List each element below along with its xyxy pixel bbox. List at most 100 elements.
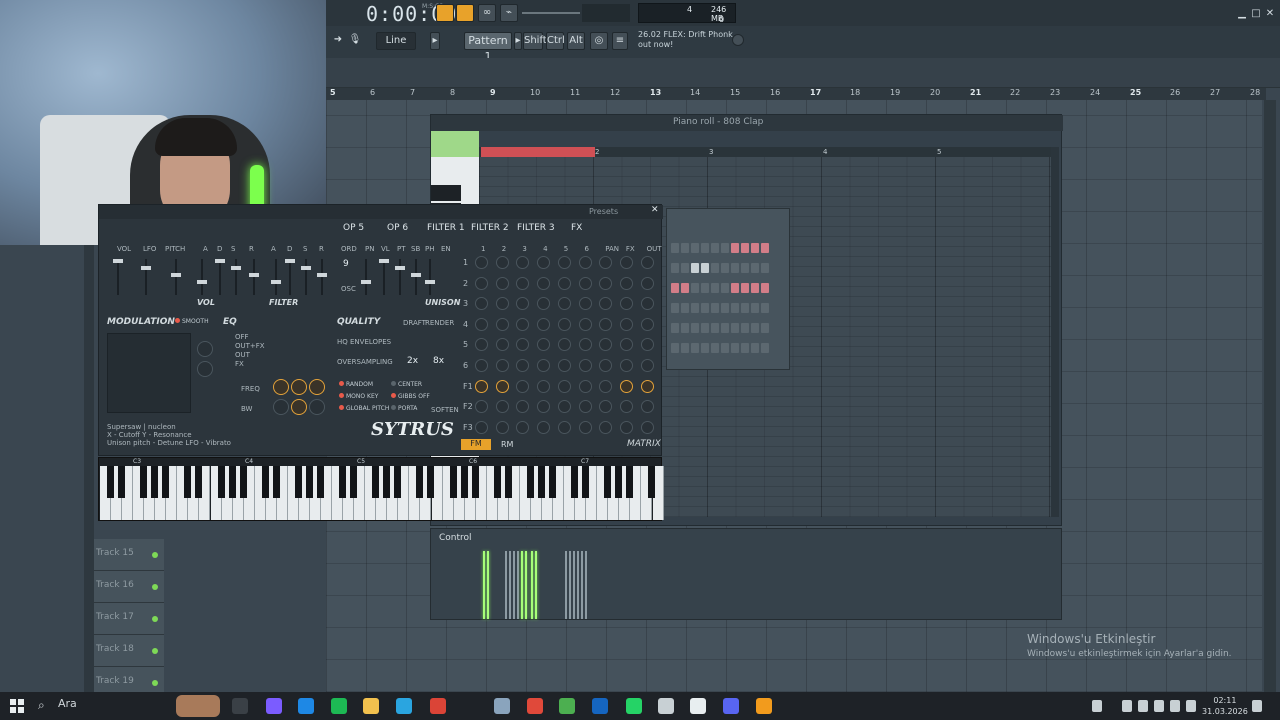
step-button[interactable] bbox=[681, 343, 689, 353]
oversampling-8x[interactable]: 8x bbox=[433, 356, 444, 366]
store-icon[interactable] bbox=[396, 698, 412, 714]
track-mute-led[interactable] bbox=[152, 680, 158, 686]
operator-fader[interactable] bbox=[249, 259, 259, 295]
operator-fader[interactable] bbox=[301, 259, 311, 295]
whatsapp-icon[interactable] bbox=[626, 698, 642, 714]
option-toggle[interactable]: GLOBAL PITCH bbox=[339, 405, 389, 412]
event-value-bar[interactable] bbox=[525, 551, 527, 619]
matrix-knob[interactable] bbox=[640, 420, 654, 434]
matrix-knob[interactable] bbox=[516, 317, 530, 331]
step-button[interactable] bbox=[691, 303, 699, 313]
fader-handle[interactable] bbox=[411, 273, 421, 277]
matrix-knob[interactable] bbox=[557, 317, 571, 331]
matrix-knob[interactable] bbox=[516, 400, 530, 414]
option-toggle[interactable]: MONO KEY bbox=[339, 393, 378, 400]
news-refresh-icon[interactable] bbox=[732, 34, 744, 46]
event-value-bar[interactable] bbox=[535, 551, 537, 619]
outlook-icon[interactable] bbox=[592, 698, 608, 714]
piano-roll-loop-region[interactable] bbox=[481, 147, 595, 157]
notification-icon[interactable] bbox=[1252, 700, 1262, 712]
track-mute-led[interactable] bbox=[152, 648, 158, 654]
matrix-knob[interactable] bbox=[516, 420, 530, 434]
step-button[interactable] bbox=[701, 303, 709, 313]
black-key[interactable] bbox=[228, 466, 236, 498]
step-button[interactable] bbox=[741, 343, 749, 353]
matrix-knob[interactable] bbox=[599, 256, 613, 269]
eq-knob[interactable] bbox=[291, 379, 307, 395]
step-button[interactable] bbox=[671, 323, 679, 333]
step-button[interactable] bbox=[751, 343, 759, 353]
matrix-knob[interactable] bbox=[640, 276, 654, 290]
step-button[interactable] bbox=[741, 243, 749, 253]
matrix-knob[interactable] bbox=[578, 256, 592, 269]
track-header[interactable]: Track 17 bbox=[94, 603, 164, 635]
matrix-knob[interactable] bbox=[537, 276, 551, 290]
step-button[interactable] bbox=[721, 263, 729, 273]
modulation-xy-pad[interactable] bbox=[107, 333, 191, 413]
widget-weather-icon[interactable] bbox=[176, 695, 220, 717]
eq-knob[interactable] bbox=[309, 399, 325, 415]
step-button[interactable] bbox=[671, 343, 679, 353]
event-value-bar[interactable] bbox=[517, 551, 519, 619]
black-key[interactable] bbox=[394, 466, 402, 498]
matrix-knob[interactable] bbox=[578, 297, 592, 311]
matrix-knob[interactable] bbox=[495, 256, 509, 269]
step-button[interactable] bbox=[761, 243, 769, 253]
eq-mode[interactable]: OFF bbox=[235, 333, 249, 341]
matrix-knob[interactable] bbox=[475, 400, 488, 414]
copilot-icon[interactable] bbox=[266, 698, 282, 714]
operator-fader[interactable] bbox=[215, 259, 225, 295]
matrix-knob[interactable] bbox=[619, 317, 633, 331]
task-view-icon[interactable] bbox=[232, 698, 248, 714]
step-button[interactable] bbox=[731, 243, 739, 253]
black-key[interactable] bbox=[261, 466, 269, 498]
browser-icon[interactable]: ≡ bbox=[612, 32, 628, 50]
black-key[interactable] bbox=[582, 466, 590, 498]
matrix-knob[interactable] bbox=[640, 338, 654, 352]
operator-fader[interactable] bbox=[171, 259, 181, 295]
pattern-prev-button[interactable]: ▸ bbox=[430, 32, 440, 50]
step-button[interactable] bbox=[741, 323, 749, 333]
fader-handle[interactable] bbox=[215, 259, 225, 263]
step-button[interactable] bbox=[671, 303, 679, 313]
black-key[interactable] bbox=[316, 466, 324, 498]
step-button[interactable] bbox=[741, 263, 749, 273]
pattern-add-button[interactable]: ▸ bbox=[514, 32, 522, 50]
smooth-toggle[interactable]: SMOOTH bbox=[175, 318, 209, 325]
track-header[interactable]: Track 16 bbox=[94, 571, 164, 603]
event-value-bar[interactable] bbox=[577, 551, 579, 619]
black-key[interactable] bbox=[383, 466, 391, 498]
chrome-icon[interactable] bbox=[430, 698, 446, 714]
track-mute-led[interactable] bbox=[152, 616, 158, 622]
black-key[interactable] bbox=[118, 466, 126, 498]
step-button[interactable] bbox=[711, 323, 719, 333]
step-button[interactable] bbox=[711, 283, 719, 293]
step-button[interactable] bbox=[731, 263, 739, 273]
playlist-ruler[interactable]: 5 6 7 8 9 10 11 12 13 14 15 16 17 18 19 20 21 22 23 24 25 26 2… bbox=[326, 88, 1266, 100]
matrix-knob[interactable] bbox=[640, 400, 654, 414]
matrix-knob[interactable] bbox=[599, 379, 613, 393]
step-button[interactable] bbox=[691, 263, 699, 273]
minecraft-icon[interactable] bbox=[559, 698, 575, 714]
step-button[interactable] bbox=[671, 283, 679, 293]
eq-mode[interactable]: OUT bbox=[235, 351, 250, 359]
black-key[interactable] bbox=[504, 466, 512, 498]
black-key[interactable] bbox=[217, 466, 225, 498]
draft-label[interactable]: DRAFT bbox=[403, 319, 426, 327]
record-mode-button[interactable] bbox=[436, 4, 454, 22]
operator-fader[interactable] bbox=[285, 259, 295, 295]
event-value-bar[interactable] bbox=[505, 551, 507, 619]
step-button[interactable] bbox=[721, 283, 729, 293]
black-key[interactable] bbox=[195, 466, 203, 498]
option-toggle[interactable]: PORTA bbox=[391, 405, 417, 412]
event-value-bar[interactable] bbox=[569, 551, 571, 619]
matrix-knob[interactable] bbox=[619, 256, 633, 269]
operator-fader[interactable] bbox=[113, 259, 123, 295]
fader-handle[interactable] bbox=[379, 259, 389, 263]
step-button[interactable] bbox=[761, 343, 769, 353]
option-toggle[interactable]: CENTER bbox=[391, 381, 422, 388]
step-button[interactable] bbox=[681, 243, 689, 253]
black-key[interactable] bbox=[427, 466, 435, 498]
matrix-knob[interactable] bbox=[495, 359, 509, 372]
step-button[interactable] bbox=[691, 283, 699, 293]
